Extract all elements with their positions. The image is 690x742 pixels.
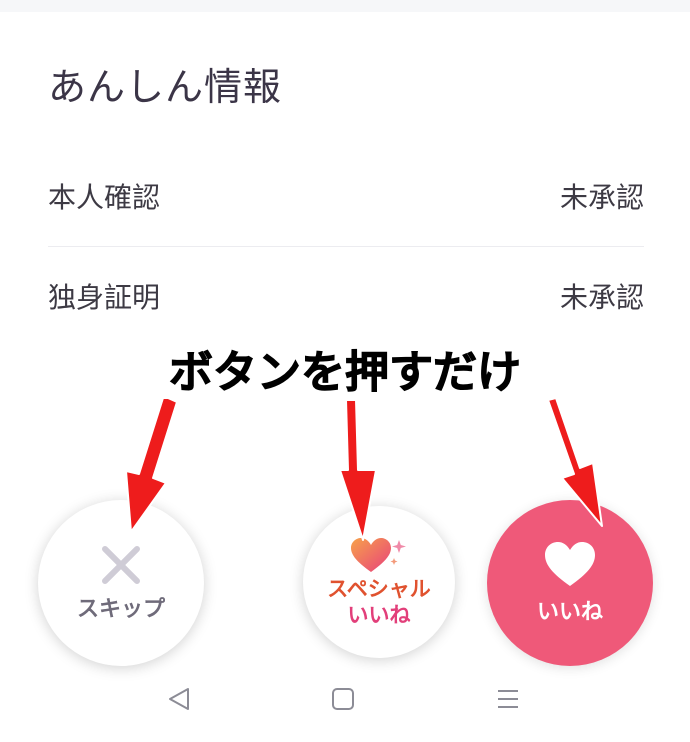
special-like-label-line2: いいね	[347, 603, 411, 627]
info-status: 未承認	[559, 181, 644, 214]
sparkle-heart-icon	[351, 538, 406, 572]
info-row-identity: 本人確認 未承認	[48, 146, 644, 247]
annotation-caption: ボタンを押すだけ	[169, 347, 522, 399]
special-like-button[interactable]: スペシャル いいね	[303, 506, 455, 658]
info-label: 本人確認	[48, 181, 161, 214]
info-label: 独身証明	[48, 281, 161, 314]
like-label: いいね	[536, 600, 603, 625]
home-square-icon[interactable]	[330, 686, 356, 712]
info-status: 未承認	[559, 281, 644, 314]
system-nav-bar	[0, 672, 690, 742]
back-triangle-icon[interactable]	[166, 686, 192, 712]
menu-lines-icon[interactable]	[495, 686, 521, 712]
heart-icon	[545, 542, 595, 586]
status-bar-strip	[0, 0, 690, 12]
skip-button[interactable]: スキップ	[38, 500, 204, 666]
special-like-label: スペシャル いいね	[327, 576, 431, 628]
special-like-label-line1: スペシャル	[327, 577, 431, 601]
info-row-single-proof: 独身証明 未承認	[48, 246, 644, 346]
close-icon	[102, 546, 140, 584]
like-button[interactable]: いいね	[487, 500, 653, 666]
section-title: あんしん情報	[48, 65, 283, 109]
skip-label: スキップ	[76, 597, 165, 622]
